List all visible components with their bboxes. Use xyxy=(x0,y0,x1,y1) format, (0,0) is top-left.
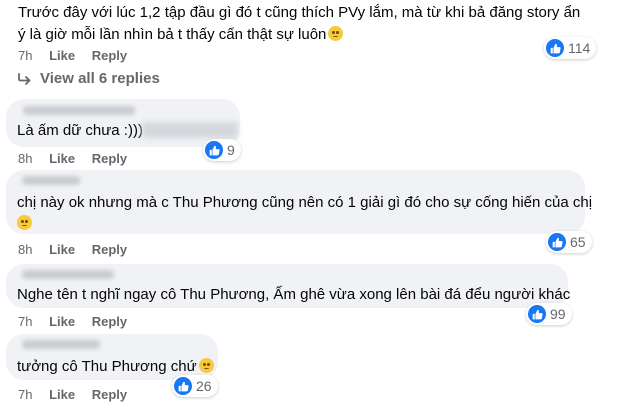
comment-3-actions: 8h Like Reply xyxy=(18,242,140,257)
comment-4-reaction-count[interactable]: 99 xyxy=(526,303,572,325)
comment-2-reaction-count[interactable]: 9 xyxy=(203,139,241,161)
comment-2-author-name[interactable] xyxy=(23,106,135,115)
comment-5-author-name[interactable] xyxy=(22,340,100,349)
comment-3-text: chị này ok nhưng mà c Thu Phương cũng nê… xyxy=(17,194,593,211)
like-thumb-icon xyxy=(548,233,566,251)
comment-4-reply-button[interactable]: Reply xyxy=(92,314,127,329)
comment-5-actions: 7h Like Reply xyxy=(18,387,140,402)
emoji-icon xyxy=(198,358,214,373)
comment-4-time: 7h xyxy=(18,314,33,329)
comment-4-like-button[interactable]: Like xyxy=(49,314,75,329)
comment-5-reply-button[interactable]: Reply xyxy=(92,387,127,402)
comment-4-author-name[interactable] xyxy=(22,270,114,279)
comment-3-like-button[interactable]: Like xyxy=(49,242,75,257)
view-all-replies-link[interactable]: View all 6 replies xyxy=(18,70,160,87)
like-thumb-icon xyxy=(528,305,546,323)
comment-1-reaction-count[interactable]: 114 xyxy=(544,37,597,59)
comment-5-text: tưởng cô Thu Phương chứ xyxy=(17,356,214,377)
like-thumb-icon xyxy=(546,39,564,57)
comment-5-time: 7h xyxy=(18,387,33,402)
comment-4-actions: 7h Like Reply xyxy=(18,314,140,329)
emoji-icon xyxy=(17,215,32,230)
comment-1-text-line-1: Trước đây với lúc 1,2 tập đầu gì đó t cũ… xyxy=(18,4,581,21)
comment-1-reply-button[interactable]: Reply xyxy=(92,48,127,63)
reply-arrow-icon xyxy=(18,72,31,85)
comment-1-like-button[interactable]: Like xyxy=(49,48,75,63)
comment-2-like-button[interactable]: Like xyxy=(49,151,75,166)
comment-3-author-name[interactable] xyxy=(22,176,80,185)
comment-1-text-line-2: ý là giờ mỗi lần nhìn bả t thấy cấn thật… xyxy=(18,24,344,45)
comment-3-reaction-count[interactable]: 65 xyxy=(546,231,592,253)
comment-2-reply-button[interactable]: Reply xyxy=(92,151,127,166)
comment-2-text: Là ấm dữ chưa :))) xyxy=(17,122,143,139)
comment-1-actions: 7h Like Reply xyxy=(18,48,140,63)
comment-3-time: 8h xyxy=(18,242,33,257)
comment-2-actions: 8h Like Reply xyxy=(18,151,140,166)
comment-2-time: 8h xyxy=(18,151,33,166)
like-thumb-icon xyxy=(205,141,223,159)
emoji-icon xyxy=(328,26,344,41)
comment-4-text: Nghe tên t nghĩ ngay cô Thu Phương, Ấm g… xyxy=(17,286,571,303)
comment-3-reply-button[interactable]: Reply xyxy=(92,242,127,257)
comment-2-mention[interactable] xyxy=(142,122,238,138)
comment-1-time: 7h xyxy=(18,48,33,63)
comment-5-like-button[interactable]: Like xyxy=(49,387,75,402)
like-thumb-icon xyxy=(174,377,192,395)
comment-5-reaction-count[interactable]: 26 xyxy=(172,375,218,397)
